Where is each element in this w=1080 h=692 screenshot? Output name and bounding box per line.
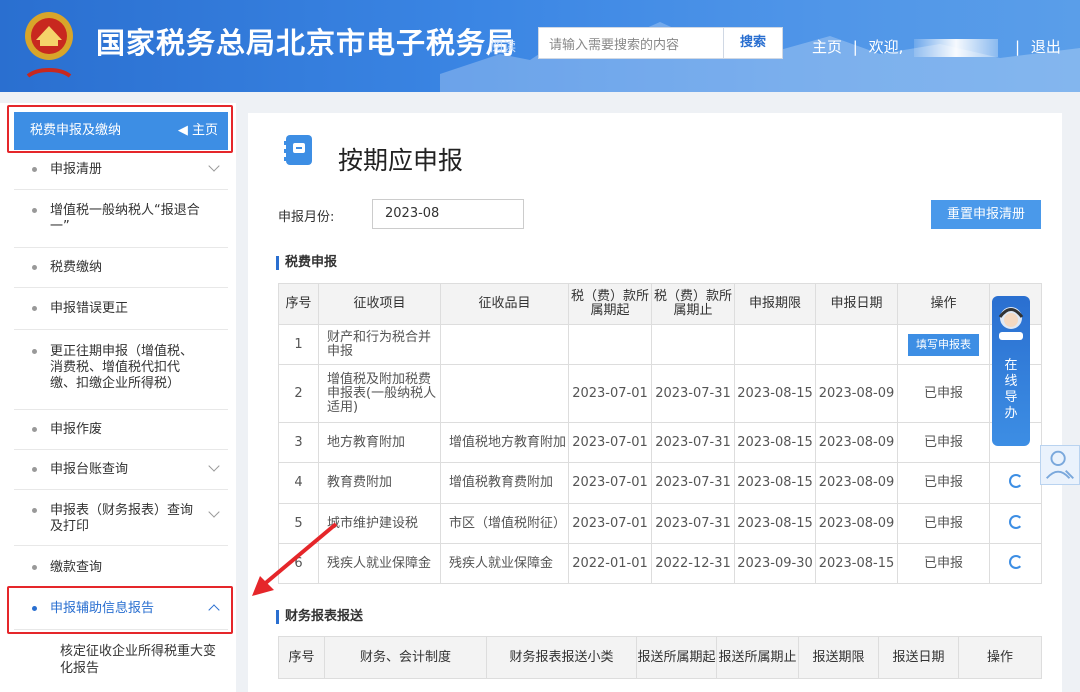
table-row: 3 地方教育附加 增值税地方教育附加 2023-07-01 2023-07-31… <box>278 422 1042 463</box>
sidebar-subitem-verified-tax-change[interactable]: 核定征收企业所得税重大变化报告 <box>14 643 228 685</box>
column-header: 财务报表报送小类 <box>486 636 637 679</box>
sidebar-item-declaration-list[interactable]: 申报清册 <box>14 150 228 190</box>
search-button[interactable]: 搜索 <box>723 27 783 59</box>
column-header: 申报日期 <box>815 283 898 325</box>
column-header: 征收品目 <box>440 283 569 325</box>
username-blurred <box>914 38 999 57</box>
read-mode-link[interactable]: 阅读 <box>490 36 516 55</box>
person-icon <box>1045 450 1074 479</box>
column-header: 序号 <box>278 283 319 325</box>
declaration-book-icon <box>284 135 312 165</box>
status-declared: 已申报 <box>897 422 990 463</box>
table-row: 4 教育费附加 增值税教育费附加 2023-07-01 2023-07-31 2… <box>278 462 1042 504</box>
main-panel: 按期应申报 申报月份: 2023-08 重置申报清册 税费申报 序号 征收项目 … <box>248 113 1062 692</box>
table-row: 6 残疾人就业保障金 残疾人就业保障金 2022-01-01 2022-12-3… <box>278 543 1042 584</box>
sidebar: 税费申报及缴纳 ◀ 主页 申报清册 增值税一般纳税人“报退合一” 税费缴纳 申报… <box>0 103 236 692</box>
column-header: 财务、会计制度 <box>324 636 487 679</box>
column-header: 操作 <box>897 283 990 325</box>
chevron-down-icon <box>208 160 220 172</box>
table-header-row: 序号 征收项目 征收品目 税（费）款所属期起 税（费）款所属期止 申报期限 申报… <box>278 283 1042 325</box>
column-header: 申报期限 <box>734 283 816 325</box>
bullet-icon <box>32 565 37 570</box>
site-title: 国家税务总局北京市电子税务局 <box>96 26 517 60</box>
bullet-icon <box>32 208 37 213</box>
highlight-box-aux-info <box>7 586 233 634</box>
column-header: 税（费）款所属期起 <box>568 283 652 325</box>
column-header: 报送日期 <box>878 636 959 679</box>
month-field[interactable]: 2023-08 <box>372 199 524 229</box>
month-label: 申报月份: <box>278 210 335 225</box>
page-title: 按期应申报 <box>338 146 464 175</box>
refresh-icon[interactable] <box>1008 514 1023 529</box>
bullet-icon <box>32 467 37 472</box>
financial-report-table: 序号 财务、会计制度 财务报表报送小类 报送所属期起 报送所属期止 报送期限 报… <box>278 636 1042 679</box>
nav-home-link[interactable]: 主页 <box>812 36 842 57</box>
column-header: 税（费）款所属期止 <box>651 283 735 325</box>
user-service-icon[interactable] <box>1040 445 1080 485</box>
bullet-icon <box>32 508 37 513</box>
search-input[interactable]: 请输入需要搜索的内容 <box>538 27 724 59</box>
column-header: 征收项目 <box>318 283 441 325</box>
chevron-down-icon <box>208 460 220 472</box>
table-row: 2 增值税及附加税费申报表(一般纳税人适用) 2023-07-01 2023-0… <box>278 364 1042 423</box>
bullet-icon <box>32 167 37 172</box>
status-declared: 已申报 <box>897 543 990 584</box>
bullet-icon <box>32 265 37 270</box>
online-guide-widget[interactable]: 在线导办 <box>992 296 1030 446</box>
refresh-icon[interactable] <box>1008 554 1023 569</box>
column-header: 序号 <box>278 636 325 679</box>
nav-welcome-text: 欢迎, <box>868 38 904 56</box>
table-row: 5 城市维护建设税 市区（增值税附征） 2023-07-01 2023-07-3… <box>278 503 1042 544</box>
reset-declaration-list-button[interactable]: 重置申报清册 <box>931 200 1041 229</box>
status-declared: 已申报 <box>897 364 990 423</box>
bullet-icon <box>32 306 37 311</box>
header-bar: 国家税务总局北京市电子税务局 阅读 请输入需要搜索的内容 搜索 主页 | 欢迎,… <box>0 0 1080 92</box>
bullet-icon <box>32 427 37 432</box>
column-header: 操作 <box>958 636 1042 679</box>
chevron-down-icon <box>208 506 220 518</box>
sidebar-item-tax-payment[interactable]: 税费缴纳 <box>14 248 228 288</box>
customer-service-avatar-icon <box>998 307 1024 340</box>
tax-section-title: 税费申报 <box>276 256 337 270</box>
sidebar-item-ledger-query[interactable]: 申报台账查询 <box>14 450 228 490</box>
bullet-icon <box>32 349 37 354</box>
sidebar-item-void[interactable]: 申报作废 <box>14 410 228 450</box>
top-nav: 主页 | 欢迎, | 退出 <box>812 36 1061 57</box>
sidebar-item-past-correction[interactable]: 更正往期申报（增值税、消费税、增值税代扣代缴、扣缴企业所得税） <box>14 330 228 410</box>
status-declared: 已申报 <box>897 462 990 504</box>
online-guide-label: 在线导办 <box>1004 358 1018 421</box>
column-header: 报送期限 <box>798 636 879 679</box>
highlight-box-sidebar-header <box>7 105 233 153</box>
tax-declaration-table: 序号 征收项目 征收品目 税（费）款所属期起 税（费）款所属期止 申报期限 申报… <box>278 283 1042 584</box>
column-header: 报送所属期止 <box>716 636 799 679</box>
fin-section-title: 财务报表报送 <box>276 610 363 624</box>
sidebar-item-report-print[interactable]: 申报表（财务报表）查询及打印 <box>14 490 228 546</box>
column-header: 报送所属期起 <box>636 636 717 679</box>
nav-logout-link[interactable]: 退出 <box>1031 36 1061 57</box>
tax-emblem-icon <box>25 12 73 78</box>
sidebar-item-payment-query[interactable]: 缴款查询 <box>14 546 228 588</box>
table-row: 1 财产和行为税合并申报 填写申报表 <box>278 324 1042 365</box>
refresh-icon[interactable] <box>1008 474 1023 488</box>
fill-declaration-button[interactable]: 填写申报表 <box>908 333 979 356</box>
table-header-row: 序号 财务、会计制度 财务报表报送小类 报送所属期起 报送所属期止 报送期限 报… <box>278 636 1042 679</box>
sidebar-item-vat-return-refund[interactable]: 增值税一般纳税人“报退合一” <box>14 190 228 248</box>
status-declared: 已申报 <box>897 503 990 544</box>
sidebar-item-error-correction[interactable]: 申报错误更正 <box>14 288 228 330</box>
red-arrow-annotation <box>252 522 338 596</box>
